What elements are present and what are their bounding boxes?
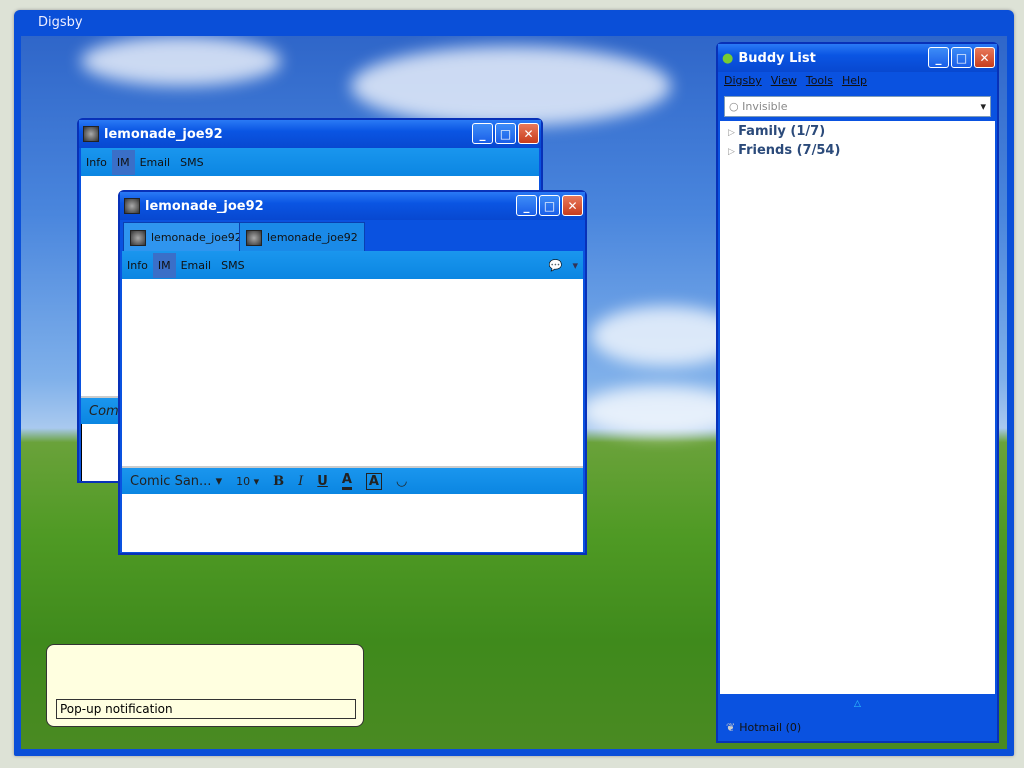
status-label: Invisible bbox=[742, 100, 788, 113]
minimize-button[interactable]: _ bbox=[472, 123, 493, 144]
close-button[interactable]: ✕ bbox=[974, 47, 995, 68]
menu-digsby[interactable]: Digsby bbox=[724, 74, 762, 87]
maximize-button[interactable]: □ bbox=[951, 47, 972, 68]
menu-help[interactable]: Help bbox=[842, 74, 867, 87]
avatar-icon bbox=[130, 229, 146, 246]
avatar-icon bbox=[246, 229, 262, 246]
buddy-tree: ▷ Family (1/7) ▷ Friends (7/54) bbox=[720, 121, 995, 694]
close-button[interactable]: ✕ bbox=[518, 123, 539, 144]
emoticon-icon[interactable]: ◡ bbox=[396, 474, 407, 489]
window-title: lemonade_joe92 bbox=[145, 198, 264, 214]
popup-notification[interactable]: Pop-up notification bbox=[46, 644, 364, 727]
digsby-logo-icon: ● bbox=[722, 50, 734, 66]
buddy-list-window[interactable]: ● Buddy List _ □ ✕ Digsby View Tools Help ○ In… bbox=[716, 42, 999, 743]
close-button[interactable]: ✕ bbox=[562, 195, 583, 216]
window-title: Buddy List bbox=[738, 50, 816, 66]
menu-tools[interactable]: Tools bbox=[806, 74, 833, 87]
chat-bubble-icon[interactable]: 💬 bbox=[544, 253, 568, 278]
group-family[interactable]: ▷ Family (1/7) bbox=[728, 124, 987, 139]
menu-sms[interactable]: SMS bbox=[175, 150, 208, 175]
buddy-avatar-icon bbox=[124, 198, 140, 214]
menu-im[interactable]: IM bbox=[152, 252, 176, 278]
italic-button[interactable]: I bbox=[298, 474, 303, 489]
maximize-button[interactable]: □ bbox=[539, 195, 560, 216]
menu-email[interactable]: Email bbox=[135, 150, 176, 175]
window-title: lemonade_joe92 bbox=[104, 126, 223, 142]
chat-window-front[interactable]: lemonade_joe92 _ □ ✕ lemonade_joe92 lemona… bbox=[118, 190, 587, 555]
tab-label: lemonade_joe92 bbox=[151, 231, 242, 244]
group-friends[interactable]: ▷ Friends (7/54) bbox=[728, 143, 987, 158]
menu-im[interactable]: IM bbox=[111, 149, 135, 175]
menu-info[interactable]: Info bbox=[122, 253, 153, 278]
bold-button[interactable]: B bbox=[273, 474, 284, 489]
buddy-avatar-icon bbox=[83, 126, 99, 142]
message-history bbox=[122, 279, 583, 466]
underline-button[interactable]: U bbox=[317, 474, 328, 489]
desktop: lemonade_joe92 _ □ ✕ Info IM Email SMS Comic … bbox=[21, 36, 1007, 749]
dropdown-arrow-icon[interactable]: ▾ bbox=[567, 253, 583, 278]
menu-sms[interactable]: SMS bbox=[216, 253, 249, 278]
message-input[interactable] bbox=[122, 494, 583, 552]
hotmail-status[interactable]: ❦ Hotmail (0) bbox=[726, 721, 801, 734]
tab-label: lemonade_joe92 bbox=[267, 231, 358, 244]
menu-email[interactable]: Email bbox=[176, 253, 217, 278]
menu-info[interactable]: Info bbox=[81, 150, 112, 175]
popup-text: Pop-up notification bbox=[56, 699, 356, 719]
menu-view[interactable]: View bbox=[771, 74, 797, 87]
tab-2[interactable]: lemonade_joe92 bbox=[239, 222, 365, 252]
tab-1[interactable]: lemonade_joe92 bbox=[123, 222, 249, 252]
status-icon: ○ bbox=[729, 100, 743, 113]
text-color-button[interactable]: A bbox=[341, 472, 352, 490]
background-color-button[interactable]: A bbox=[365, 472, 382, 490]
minimize-button[interactable]: _ bbox=[928, 47, 949, 68]
minimize-button[interactable]: _ bbox=[516, 195, 537, 216]
size-select[interactable]: 10 ▾ bbox=[236, 475, 259, 488]
hotmail-icon: ❦ bbox=[726, 721, 736, 734]
status-select[interactable]: ○ Invisible ▾ bbox=[724, 96, 991, 117]
font-select[interactable]: Comic San... ▾ bbox=[130, 474, 222, 489]
app-title: Digsby bbox=[38, 15, 83, 30]
maximize-button[interactable]: □ bbox=[495, 123, 516, 144]
digsby-window: Digsby lemonade_joe92 _ □ ✕ Info IM Email SMS… bbox=[14, 10, 1014, 756]
expand-arrow-icon[interactable]: △ bbox=[718, 699, 997, 709]
